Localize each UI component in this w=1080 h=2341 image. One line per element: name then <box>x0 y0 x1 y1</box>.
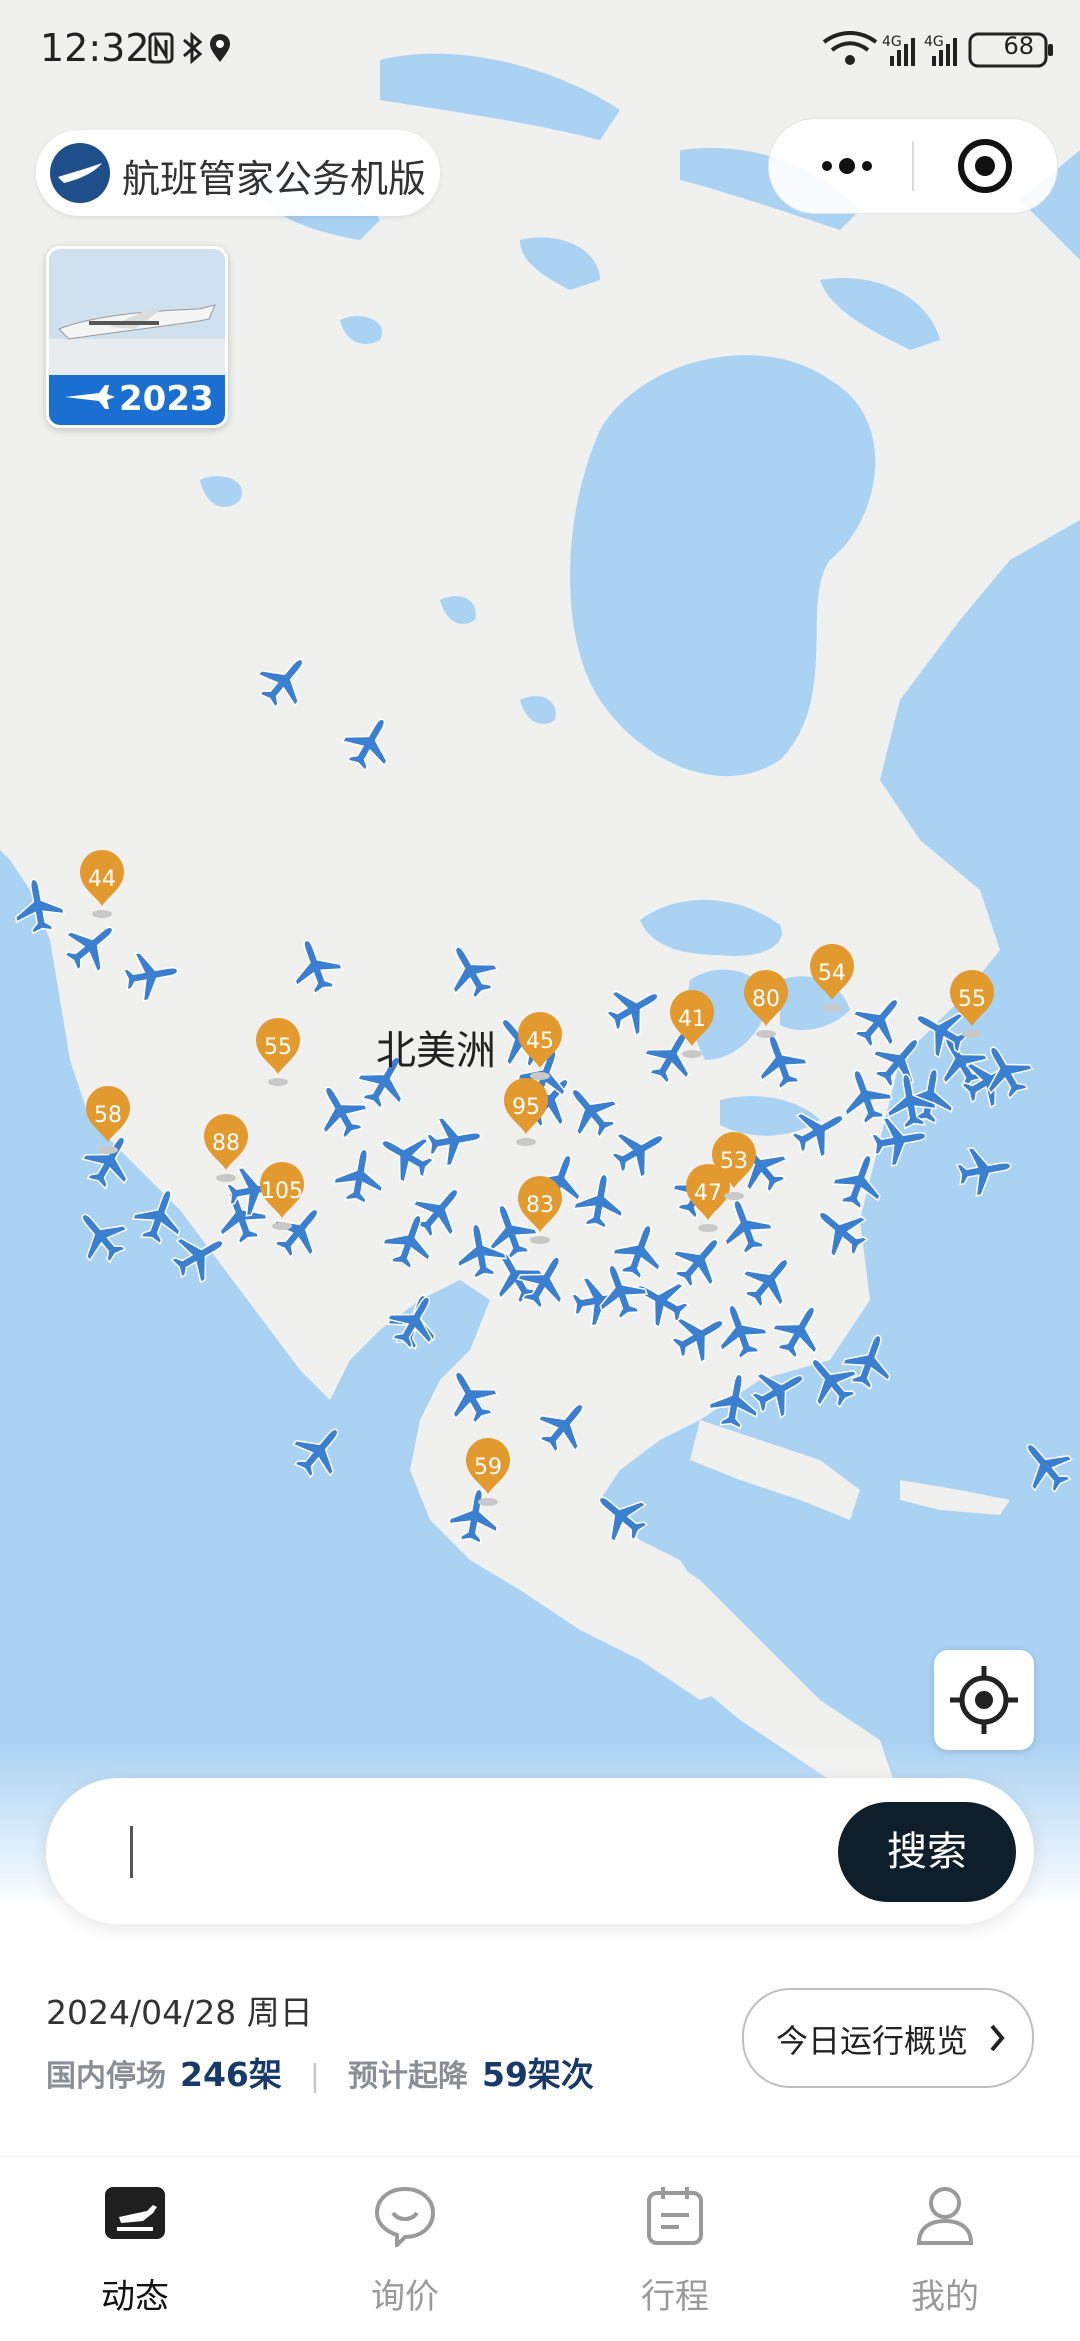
tab-label: 我的 <box>911 2277 979 2317</box>
tab-profile[interactable]: 我的 <box>845 2157 1045 2341</box>
signal-icon-1: 4G <box>882 34 915 66</box>
stats-divider: | <box>309 2059 320 2094</box>
tab-bar: 动态 询价 行程 我的 <box>0 2156 1080 2341</box>
calendar-icon <box>647 2187 703 2245</box>
search-button[interactable]: 搜索 <box>838 1802 1016 1902</box>
status-time: 12:32 <box>40 26 150 70</box>
more-dots-icon <box>822 158 872 174</box>
user-icon <box>916 2187 974 2245</box>
tab-itinerary[interactable]: 行程 <box>575 2157 775 2341</box>
battery-level: 68 <box>1003 32 1034 60</box>
marker-label: 55 <box>264 1035 292 1060</box>
capsule-divider <box>912 141 914 191</box>
location-icon <box>210 33 230 62</box>
crosshair-icon <box>950 1666 1018 1734</box>
app-title-pill[interactable]: 航班管家公务机版 <box>36 130 440 216</box>
flights-label: 预计起降 <box>348 2059 468 2094</box>
wifi-icon <box>822 31 878 65</box>
marker-label: 59 <box>474 1455 502 1480</box>
chat-bubble-icon <box>374 2186 436 2247</box>
signal-icon-2: 4G <box>924 34 957 66</box>
marker-label: 54 <box>818 961 846 986</box>
parked-value: 246架 <box>180 2055 282 2094</box>
mini-program-capsule <box>768 118 1058 214</box>
marker-label: 55 <box>958 987 986 1012</box>
tab-label: 行程 <box>641 2277 709 2317</box>
chevron-right-icon <box>990 2024 1005 2052</box>
locate-me-button[interactable] <box>934 1650 1034 1750</box>
close-mini-program-button[interactable] <box>925 129 1045 203</box>
target-close-icon <box>958 139 1012 193</box>
tab-status[interactable]: 动态 <box>35 2157 235 2341</box>
status-bar: 12:32 4G 4G 68 <box>0 0 1080 100</box>
more-options-button[interactable] <box>791 129 901 203</box>
marker-label: 41 <box>678 1007 706 1032</box>
stats-row: 国内停场 246架 | 预计起降 59架次 <box>46 2048 616 2096</box>
svg-text:4G: 4G <box>882 34 902 50</box>
app-logo <box>50 143 110 203</box>
promo-banner[interactable]: 2023 <box>46 246 228 428</box>
marker-label: 83 <box>526 1193 554 1218</box>
marker-label: 105 <box>261 1179 303 1204</box>
search-bar: 搜索 <box>46 1778 1034 1924</box>
svg-text:4G: 4G <box>924 34 944 50</box>
app-title: 航班管家公务机版 <box>122 157 427 201</box>
search-input[interactable] <box>116 1818 860 1886</box>
date-label: 2024/04/28 周日 <box>46 1993 313 2032</box>
marker-label: 47 <box>694 1181 722 1206</box>
flight-status-icon <box>105 2187 165 2239</box>
tab-label: 询价 <box>371 2277 439 2317</box>
overview-label: 今日运行概览 <box>776 2022 969 2060</box>
marker-label: 45 <box>526 1029 554 1054</box>
marker-label: 80 <box>752 987 780 1012</box>
marker-label: 95 <box>512 1095 540 1120</box>
bluetooth-icon <box>183 31 203 65</box>
text-cursor <box>130 1826 133 1878</box>
nfc-icon <box>148 32 174 64</box>
marker-label: 58 <box>94 1103 122 1128</box>
tab-inquiry[interactable]: 询价 <box>305 2157 505 2341</box>
promo-year: 2023 <box>119 379 214 419</box>
parked-label: 国内停场 <box>46 2059 166 2094</box>
flights-value: 59架次 <box>482 2055 594 2094</box>
daily-overview-button[interactable]: 今日运行概览 <box>742 1988 1034 2088</box>
status-icons-left <box>148 30 238 70</box>
marker-label: 44 <box>88 867 116 892</box>
marker-label: 53 <box>720 1149 748 1174</box>
marker-label: 88 <box>212 1131 240 1156</box>
tab-label: 动态 <box>101 2277 169 2317</box>
region-label: 北美洲 <box>376 1028 496 1074</box>
